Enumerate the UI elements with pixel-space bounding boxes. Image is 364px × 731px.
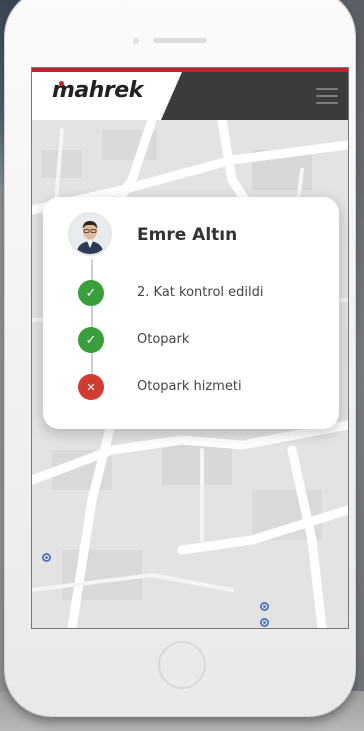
home-button[interactable] bbox=[158, 641, 206, 689]
hamburger-menu-icon[interactable] bbox=[316, 86, 338, 106]
place-marker-dot bbox=[260, 618, 269, 627]
step-label: Otopark hizmeti bbox=[137, 379, 242, 394]
user-avatar-icon bbox=[70, 214, 110, 254]
timeline-line bbox=[91, 259, 93, 389]
step-label: 2. Kat kontrol edildi bbox=[137, 285, 264, 300]
check-icon: ✓ bbox=[78, 280, 104, 306]
phone-frame: mahrek Emre Altın ✓ 2. Kat kontrol edild… bbox=[5, 0, 355, 716]
logo[interactable]: mahrek bbox=[32, 72, 182, 120]
check-icon: ✓ bbox=[78, 327, 104, 353]
place-marker-icon[interactable] bbox=[260, 618, 269, 627]
navbar: mahrek bbox=[32, 72, 348, 120]
place-marker-icon[interactable] bbox=[42, 553, 51, 562]
logo-accent-dot bbox=[59, 81, 64, 86]
x-icon: ✕ bbox=[78, 374, 104, 400]
menu-line bbox=[316, 102, 338, 104]
logo-text: mahrek bbox=[52, 78, 143, 103]
inspection-card[interactable]: Emre Altın ✓ 2. Kat kontrol edildi ✓ Oto… bbox=[43, 197, 339, 429]
step-label: Otopark bbox=[137, 332, 190, 347]
front-camera bbox=[133, 38, 139, 44]
phone-screen: mahrek Emre Altın ✓ 2. Kat kontrol edild… bbox=[31, 67, 349, 629]
place-marker-dot bbox=[42, 553, 51, 562]
place-marker-dot bbox=[260, 602, 269, 611]
menu-line bbox=[316, 95, 338, 97]
earpiece-speaker bbox=[153, 38, 207, 43]
menu-line bbox=[316, 88, 338, 90]
avatar[interactable] bbox=[68, 212, 112, 256]
user-name: Emre Altın bbox=[137, 225, 238, 245]
place-marker-icon[interactable] bbox=[260, 602, 269, 611]
